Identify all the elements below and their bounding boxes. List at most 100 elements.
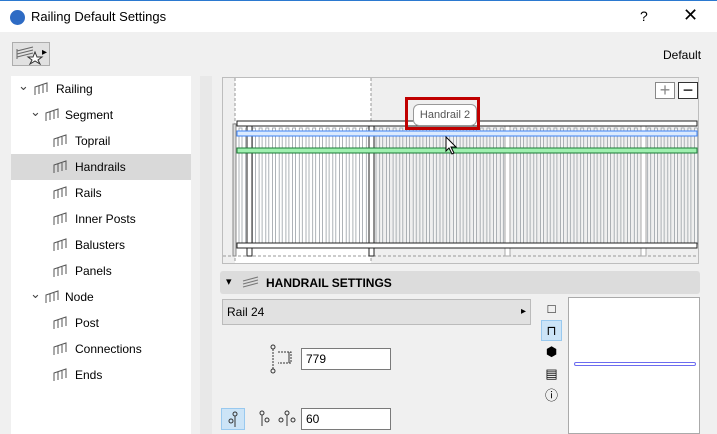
section-title: HANDRAIL SETTINGS: [266, 276, 392, 290]
connections-icon: [53, 342, 67, 355]
baluster: [586, 127, 591, 245]
profile-dropdown[interactable]: Rail 24 ▸: [222, 299, 531, 325]
handrail-2: [236, 130, 698, 137]
tree-item-label: Ends: [75, 368, 103, 382]
baluster: [479, 127, 484, 245]
baluster: [580, 127, 585, 245]
baluster: [272, 127, 276, 245]
collapse-icon[interactable]: ▾: [226, 275, 232, 288]
railing-icon: [34, 82, 48, 95]
baluster: [519, 127, 524, 245]
baluster: [319, 127, 323, 245]
dropdown-arrow-icon: ▸: [42, 47, 48, 58]
tree-item-label: Connections: [75, 342, 142, 356]
bottom-rail: [236, 242, 698, 249]
baluster: [459, 127, 464, 245]
baluster: [473, 127, 477, 245]
baluster: [553, 127, 558, 245]
tree-item-connections[interactable]: Connections: [11, 336, 191, 362]
tree-item-label: Panels: [75, 264, 112, 278]
handrail-settings-header[interactable]: ▾ HANDRAIL SETTINGS: [220, 271, 700, 294]
baluster: [526, 127, 531, 245]
height-input[interactable]: 779: [301, 348, 391, 370]
tree-item-balusters[interactable]: Balusters: [11, 232, 191, 258]
baluster: [660, 127, 665, 245]
cursor-icon: [445, 136, 458, 155]
post: [246, 125, 253, 257]
post: [640, 125, 647, 257]
profile-preview: [568, 297, 700, 434]
tree-item-handrails[interactable]: Handrails: [11, 154, 191, 180]
anchor-both-button[interactable]: [276, 408, 300, 430]
end-post: [232, 123, 237, 257]
anchor-left-button[interactable]: [221, 408, 245, 430]
tree-item-segment[interactable]: ⌄ Segment: [11, 102, 191, 128]
profile-value: Rail 24: [227, 305, 265, 319]
baluster: [339, 127, 343, 245]
baluster: [533, 127, 538, 245]
view-elevation-button[interactable]: ▤: [541, 364, 562, 385]
baluster: [620, 127, 625, 245]
panels-icon: [53, 264, 67, 277]
highlight-box: [405, 97, 480, 130]
tree-item-inner-posts[interactable]: Inner Posts: [11, 206, 191, 232]
toprail-icon: [53, 134, 67, 147]
ends-icon: [53, 368, 67, 381]
baluster: [379, 127, 384, 245]
baluster: [439, 127, 444, 245]
baluster: [406, 127, 410, 245]
splitter[interactable]: [200, 76, 212, 434]
dropdown-arrow-icon: ▸: [520, 306, 526, 317]
tree-item-label: Balusters: [75, 238, 126, 252]
baluster: [278, 127, 283, 245]
chevron-down-icon[interactable]: ⌄: [30, 281, 41, 307]
railing-preview[interactable]: + − Handrail 2: [222, 77, 699, 264]
baluster: [674, 127, 678, 245]
offset-input[interactable]: 60: [301, 408, 391, 430]
baluster: [332, 127, 337, 245]
baluster: [265, 127, 270, 245]
info-button[interactable]: ⓘ: [541, 386, 562, 407]
help-button[interactable]: ?: [640, 8, 648, 24]
tree-item-label: Segment: [65, 108, 114, 122]
close-button[interactable]: ✕: [683, 5, 698, 26]
tree-item-node[interactable]: ⌄ Node: [11, 284, 191, 310]
view-outline-button[interactable]: □: [541, 299, 562, 320]
view-section-button[interactable]: ⊓: [541, 320, 562, 341]
baluster: [292, 127, 296, 245]
baluster: [493, 127, 498, 245]
baluster: [251, 127, 256, 245]
baluster: [667, 127, 672, 245]
baluster: [385, 127, 390, 245]
anchor-right-button[interactable]: [254, 408, 278, 430]
app-icon: [10, 10, 25, 25]
baluster: [653, 127, 658, 245]
favorites-button[interactable]: ▸: [12, 42, 50, 66]
chevron-down-icon[interactable]: ⌄: [30, 99, 41, 125]
baluster: [352, 127, 357, 245]
zoom-in-button[interactable]: +: [655, 81, 675, 99]
tree-item-post[interactable]: Post: [11, 310, 191, 336]
tree-item-rails[interactable]: Rails: [11, 180, 191, 206]
view-3d-button[interactable]: ⬢: [541, 342, 562, 363]
handrail-icon: [242, 276, 259, 288]
baluster: [573, 127, 578, 245]
baluster: [566, 127, 571, 245]
zoom-out-button[interactable]: −: [678, 81, 698, 99]
tree-item-toprail[interactable]: Toprail: [11, 128, 191, 154]
baluster: [285, 127, 290, 245]
baluster: [607, 127, 611, 245]
baluster: [687, 127, 692, 245]
post: [368, 125, 375, 257]
tree-item-label: Railing: [56, 82, 93, 96]
baluster: [258, 127, 263, 245]
settings-tree: ⌄ Railing ⌄ Segment Toprail Handrails Rails Inn…: [11, 76, 191, 434]
baluster: [546, 127, 551, 245]
anchor-right-icon: [259, 410, 270, 426]
tree-item-ends[interactable]: Ends: [11, 362, 191, 388]
baluster: [486, 127, 491, 245]
anchor-both-icon: [278, 410, 296, 426]
chevron-down-icon[interactable]: ⌄: [18, 73, 29, 99]
inner-posts-icon: [53, 212, 67, 225]
baluster: [593, 127, 598, 245]
